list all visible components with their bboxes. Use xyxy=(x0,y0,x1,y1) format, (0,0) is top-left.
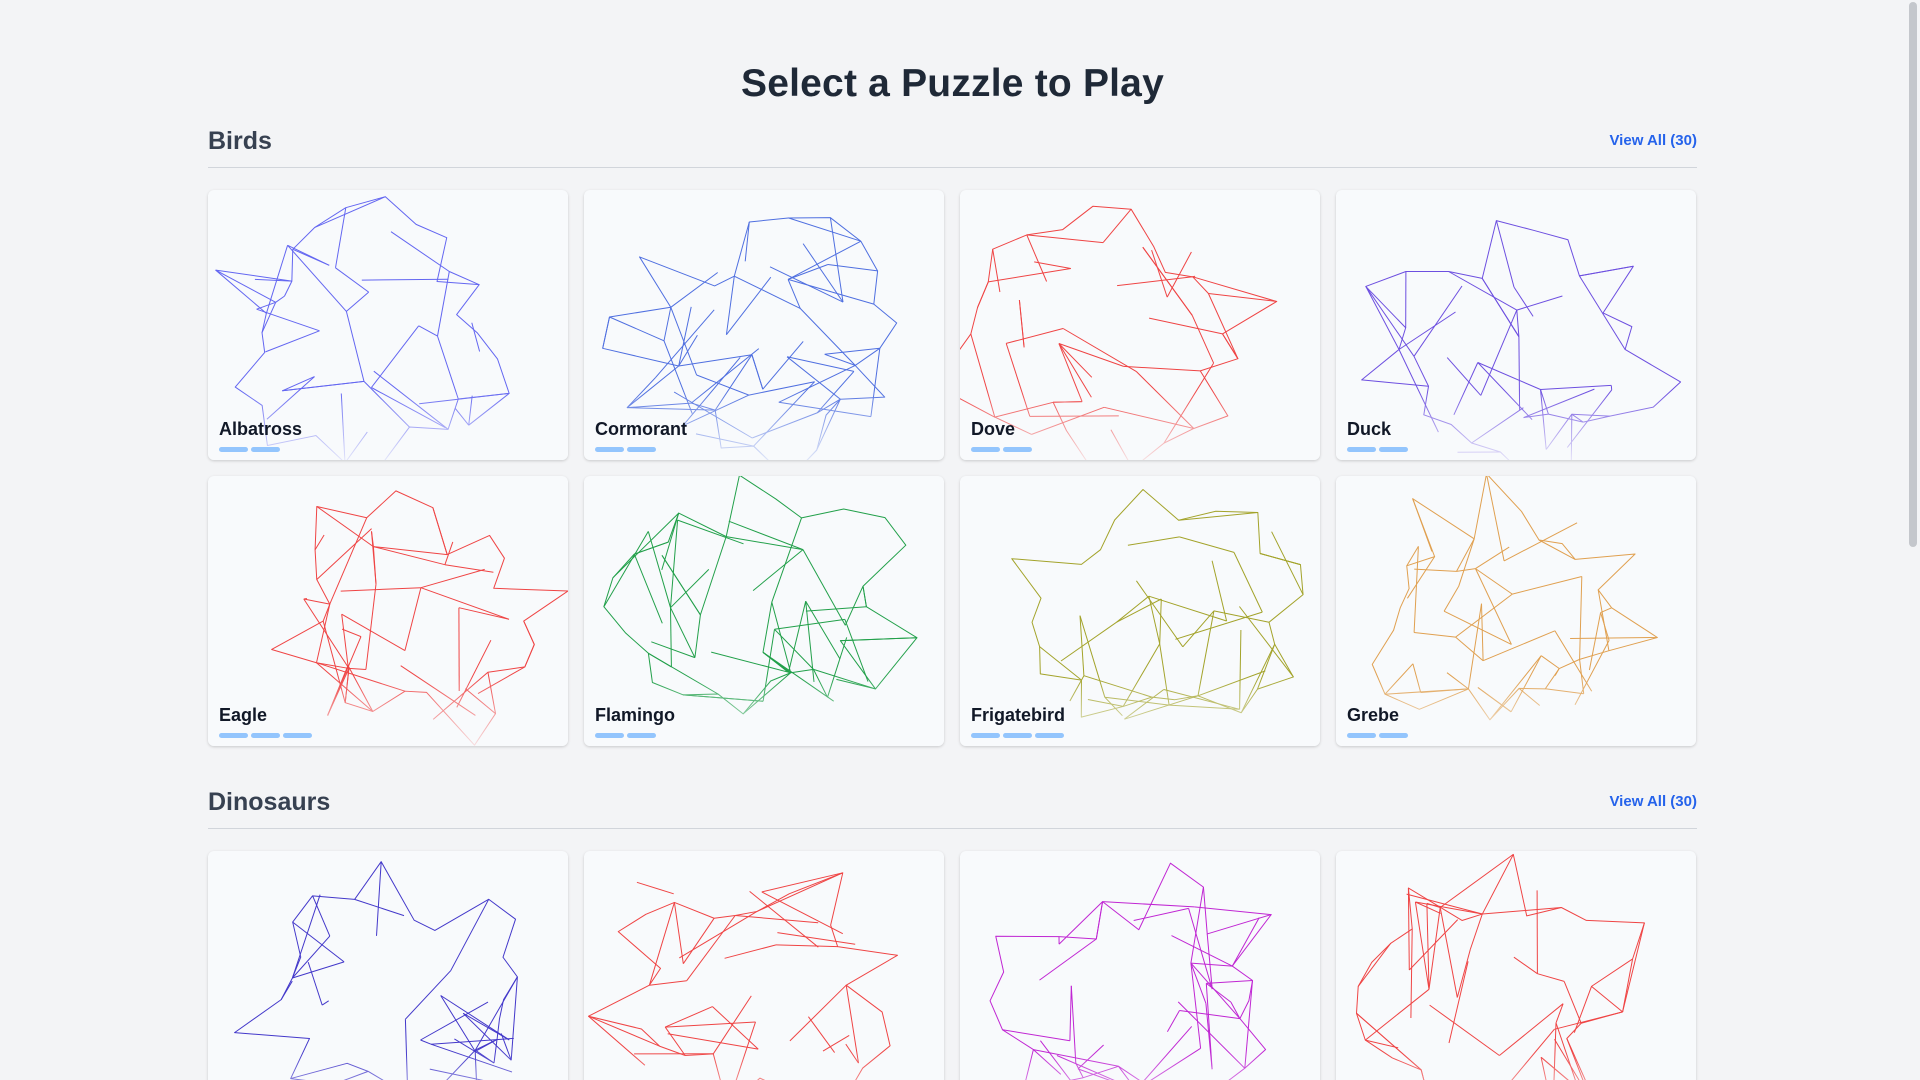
progress-pip xyxy=(1347,733,1376,738)
puzzle-progress xyxy=(1347,447,1408,452)
page: Select a Puzzle to Play Birds View All (… xyxy=(0,0,1920,1080)
card-fade xyxy=(1336,1051,1696,1080)
section-title: Birds xyxy=(208,127,272,155)
progress-pip xyxy=(219,447,248,452)
card-fade xyxy=(208,1051,568,1080)
puzzle-ankylosaurus-art xyxy=(234,861,518,1080)
section-header-dinosaurs: Dinosaurs View All (30) xyxy=(208,788,1697,829)
view-all-birds-link[interactable]: View All (30) xyxy=(1609,132,1697,149)
puzzle-progress xyxy=(595,733,656,738)
birds-grid: Albatross Cormorant Dove Duck Eagle Flamingo F… xyxy=(208,190,1697,746)
puzzle-card[interactable]: Flamingo xyxy=(584,476,944,746)
dinosaurs-grid xyxy=(208,851,1697,1080)
progress-pip xyxy=(627,733,656,738)
progress-pip xyxy=(1379,733,1408,738)
puzzle-progress xyxy=(971,447,1032,452)
card-fade xyxy=(584,1051,944,1080)
progress-pip xyxy=(219,733,248,738)
puzzle-carnotaurus-art xyxy=(1355,853,1645,1080)
puzzle-card[interactable]: Frigatebird xyxy=(960,476,1320,746)
puzzle-name: Flamingo xyxy=(595,705,675,725)
puzzle-card[interactable]: Dove xyxy=(960,190,1320,460)
progress-pip xyxy=(283,733,312,738)
puzzle-progress xyxy=(1347,733,1408,738)
view-all-dinosaurs-link[interactable]: View All (30) xyxy=(1609,793,1697,810)
puzzle-name: Grebe xyxy=(1347,705,1400,725)
progress-pip xyxy=(251,733,280,738)
progress-pip xyxy=(1379,447,1408,452)
section-title: Dinosaurs xyxy=(208,788,331,816)
puzzle-progress xyxy=(219,733,312,738)
puzzle-name: Frigatebird xyxy=(971,705,1066,725)
puzzle-progress xyxy=(595,447,656,452)
progress-pip xyxy=(1003,733,1032,738)
puzzle-card[interactable]: Eagle xyxy=(208,476,568,746)
puzzle-card[interactable]: Grebe xyxy=(1336,476,1696,746)
puzzle-name: Albatross xyxy=(219,419,303,439)
puzzle-name: Eagle xyxy=(219,705,268,725)
puzzle-card[interactable] xyxy=(960,851,1320,1080)
puzzle-progress xyxy=(971,733,1064,738)
puzzle-card[interactable]: Albatross xyxy=(208,190,568,460)
puzzle-card[interactable]: Cormorant xyxy=(584,190,944,460)
progress-pip xyxy=(251,447,280,452)
scrollbar-thumb[interactable] xyxy=(1909,2,1917,547)
puzzle-name: Cormorant xyxy=(595,419,688,439)
puzzle-baryonyx-art xyxy=(588,872,898,1080)
progress-pip xyxy=(627,447,656,452)
progress-pip xyxy=(595,733,624,738)
progress-pip xyxy=(1003,447,1032,452)
progress-pip xyxy=(595,447,624,452)
progress-pip xyxy=(971,733,1000,738)
progress-pip xyxy=(1035,733,1064,738)
section-header-birds: Birds View All (30) xyxy=(208,127,1697,168)
puzzle-card[interactable] xyxy=(584,851,944,1080)
puzzle-name: Dove xyxy=(971,419,1016,439)
scrollbar[interactable] xyxy=(1906,0,1920,1080)
card-fade xyxy=(960,1051,1320,1080)
puzzle-name: Duck xyxy=(1347,419,1392,439)
puzzle-progress xyxy=(219,447,280,452)
puzzle-card[interactable] xyxy=(208,851,568,1080)
puzzle-card[interactable] xyxy=(1336,851,1696,1080)
puzzle-brachiosaurus-art xyxy=(989,862,1272,1080)
progress-pip xyxy=(1347,447,1376,452)
page-title: Select a Puzzle to Play xyxy=(741,62,1164,105)
puzzle-card[interactable]: Duck xyxy=(1336,190,1696,460)
progress-pip xyxy=(971,447,1000,452)
